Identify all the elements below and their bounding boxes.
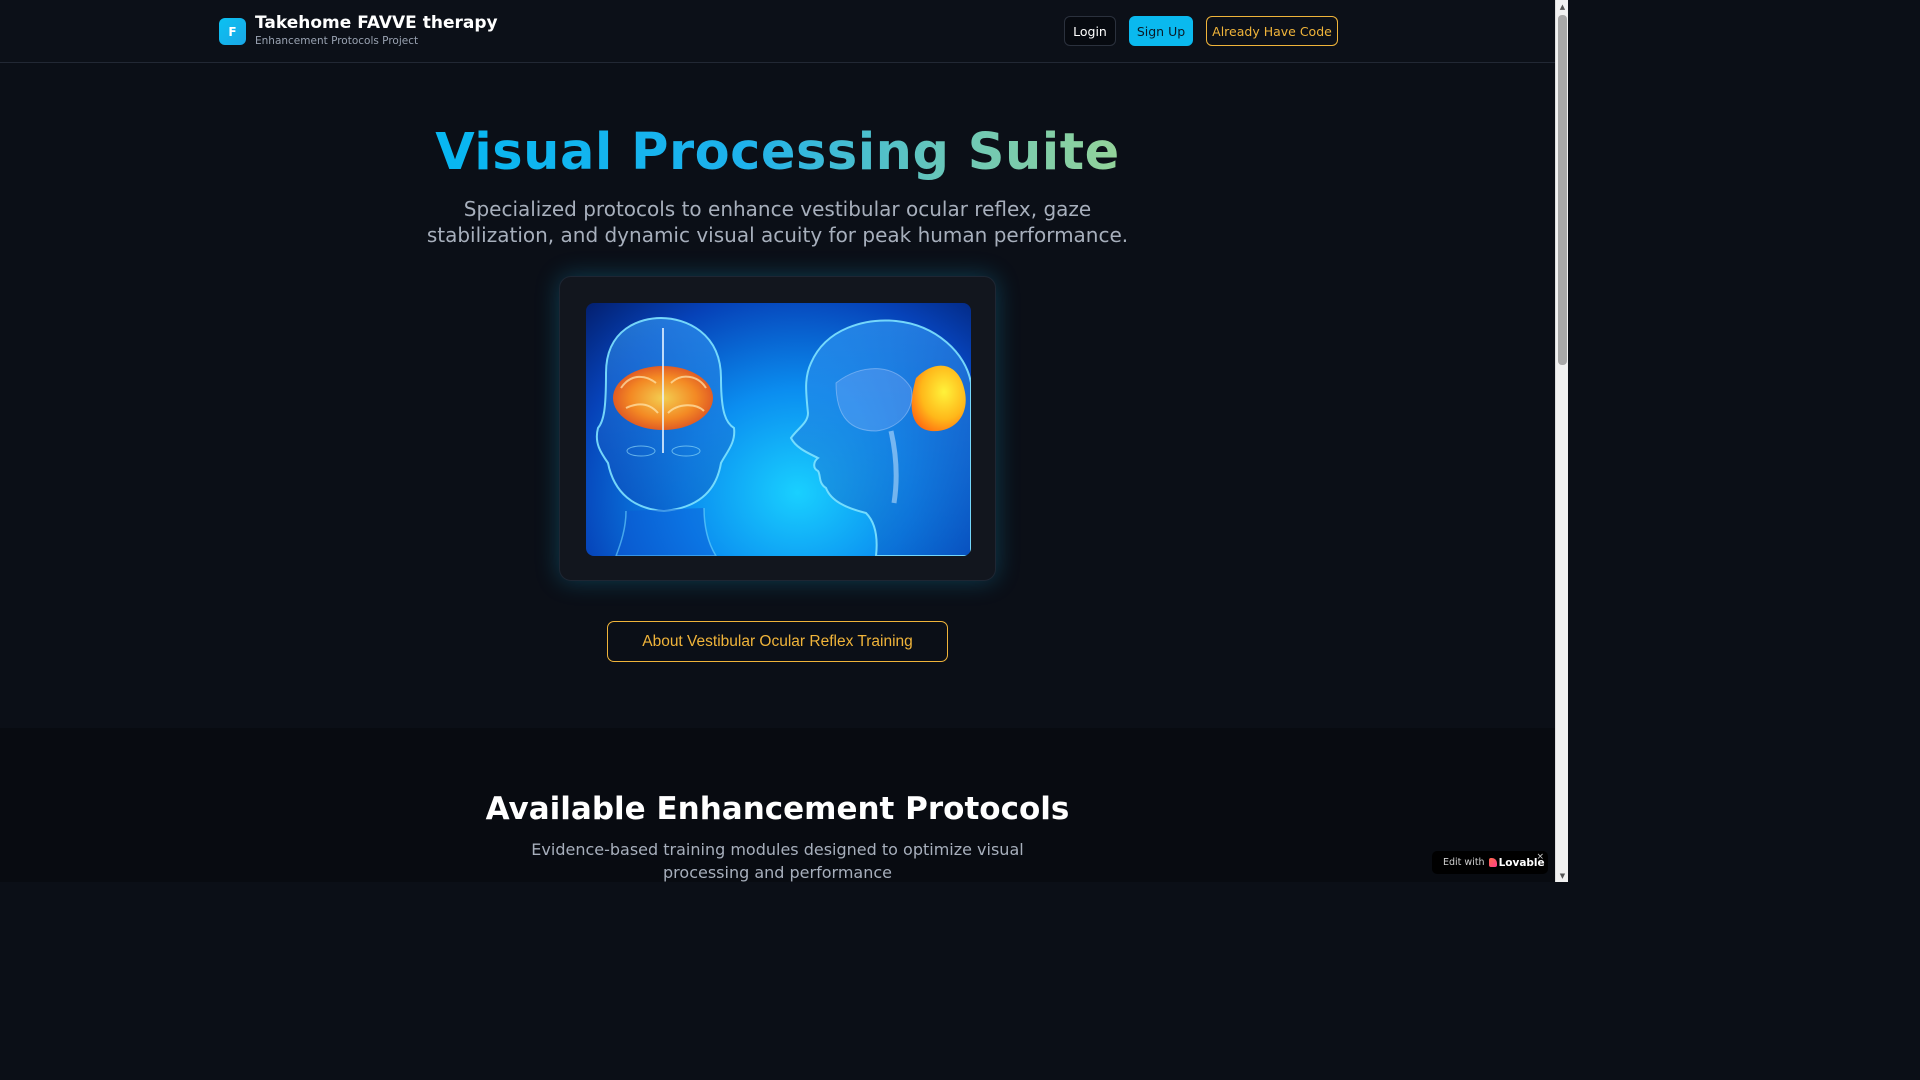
login-button[interactable]: Login: [1064, 16, 1116, 46]
protocols-section: Available Enhancement Protocols Evidence…: [0, 728, 1555, 882]
page: F Takehome FAVVE therapy Enhancement Pro…: [0, 0, 1568, 882]
scroll-up-arrow-icon[interactable]: ▲: [1556, 0, 1568, 13]
hero-title: Visual Processing Suite: [0, 122, 1555, 184]
scroll-thumb[interactable]: [1558, 15, 1567, 365]
nav-buttons: Login Sign Up Already Have Code: [1064, 16, 1338, 46]
hero-title-text: Visual Processing Suite: [435, 123, 1120, 182]
brand-text: Takehome FAVVE therapy Enhancement Proto…: [255, 13, 498, 47]
page-scrollbar[interactable]: ▲ ▼: [1555, 0, 1568, 882]
protocols-description: Evidence-based training modules designed…: [531, 840, 1024, 882]
hero-image-card: [559, 276, 996, 581]
already-have-code-button[interactable]: Already Have Code: [1206, 16, 1338, 46]
edit-with-lovable-badge[interactable]: Edit with Lovable ×: [1432, 851, 1548, 874]
hero-description: Specialized protocols to enhance vestibu…: [426, 197, 1129, 247]
about-vor-training-button[interactable]: About Vestibular Ocular Reflex Training: [607, 621, 948, 662]
top-navbar: F Takehome FAVVE therapy Enhancement Pro…: [0, 0, 1555, 63]
brand-logo-icon: F: [219, 18, 246, 45]
sign-up-button[interactable]: Sign Up: [1129, 16, 1193, 46]
lovable-heart-icon: [1488, 858, 1497, 867]
scroll-down-arrow-icon[interactable]: ▼: [1556, 869, 1568, 882]
badge-prefix: Edit with: [1443, 857, 1485, 868]
brand-subtitle: Enhancement Protocols Project: [255, 35, 419, 47]
close-icon[interactable]: ×: [1536, 852, 1544, 862]
protocols-title: Available Enhancement Protocols: [485, 791, 1070, 827]
brain-anatomy-image: [586, 303, 971, 556]
brand[interactable]: F Takehome FAVVE therapy Enhancement Pro…: [219, 13, 498, 47]
brand-title: Takehome FAVVE therapy: [255, 13, 498, 33]
